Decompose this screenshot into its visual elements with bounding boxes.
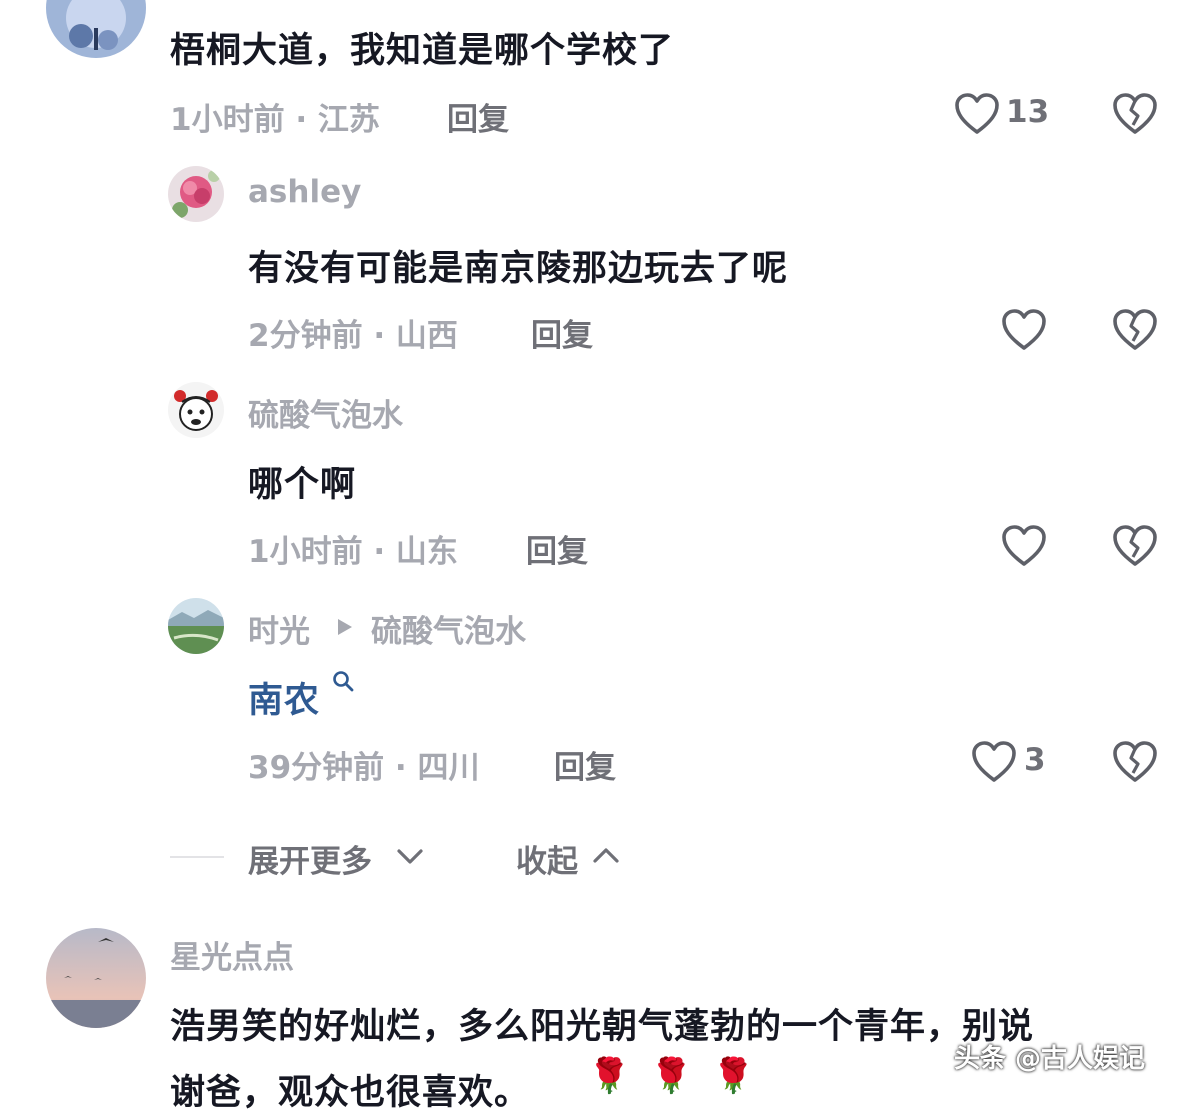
reply-button[interactable]: 回复	[447, 94, 509, 139]
heart-icon[interactable]	[1001, 309, 1047, 351]
reply-text: 有没有可能是南京陵那边玩去了呢	[248, 249, 789, 289]
broken-heart-icon[interactable]	[1112, 93, 1158, 135]
play-triangle-icon	[338, 619, 352, 635]
commenter-username[interactable]: 星光点点	[170, 932, 294, 977]
reply-button[interactable]: 回复	[531, 310, 593, 355]
reply-button[interactable]: 回复	[554, 742, 616, 787]
broken-heart-icon[interactable]	[1112, 741, 1158, 783]
heart-icon[interactable]	[971, 741, 1017, 783]
rose-emoji: 🌹	[588, 1056, 631, 1096]
reply-to-username[interactable]: 硫酸气泡水	[371, 606, 526, 651]
watermark: 头条 @古人娱记	[954, 1044, 1146, 1074]
reply-username[interactable]: 时光	[248, 606, 310, 651]
thread-divider	[170, 856, 224, 858]
reply-text: 哪个啊	[248, 465, 357, 505]
sunset-avatar-icon	[46, 928, 146, 1028]
like-count: 3	[1024, 742, 1046, 778]
reply-meta: 39分钟前 · 四川	[248, 750, 480, 786]
expand-more-button[interactable]: 展开更多	[248, 836, 372, 881]
comment-text: 梧桐大道，我知道是哪个学校了	[170, 31, 675, 71]
cartoon-avatar-icon	[168, 382, 224, 438]
reply-avatar[interactable]	[168, 598, 224, 654]
flower-avatar-icon	[168, 166, 224, 222]
broken-heart-icon[interactable]	[1112, 525, 1158, 567]
broken-heart-icon[interactable]	[1112, 309, 1158, 351]
reply-meta: 1小时前 · 山东	[248, 534, 458, 570]
comment-text: 浩男笑的好灿烂，多么阳光朝气蓬勃的一个青年，别说	[170, 1007, 1035, 1047]
landscape-avatar-icon	[168, 598, 224, 654]
heart-icon[interactable]	[1001, 525, 1047, 567]
search-icon[interactable]	[331, 669, 355, 693]
collapse-button[interactable]: 收起	[516, 836, 578, 881]
reply-avatar[interactable]	[168, 382, 224, 438]
heart-icon[interactable]	[954, 93, 1000, 135]
chevron-down-icon[interactable]	[396, 848, 424, 866]
rose-emoji: 🌹	[712, 1056, 755, 1096]
comment-text-line2: 谢爸，观众也很喜欢。	[170, 1073, 531, 1113]
like-count: 13	[1006, 94, 1050, 130]
commenter-avatar[interactable]	[46, 0, 146, 58]
reply-username[interactable]: 硫酸气泡水	[248, 390, 403, 435]
jellyfish-avatar-icon	[46, 0, 146, 58]
reply-username[interactable]: ashley	[248, 174, 361, 210]
commenter-avatar[interactable]	[46, 928, 146, 1028]
comment-meta: 1小时前 · 江苏	[170, 102, 380, 138]
rose-emoji: 🌹	[650, 1056, 693, 1096]
reply-button[interactable]: 回复	[526, 526, 588, 571]
chevron-up-icon[interactable]	[592, 846, 620, 864]
search-link-text[interactable]: 南农	[248, 672, 320, 723]
reply-avatar[interactable]	[168, 166, 224, 222]
reply-meta: 2分钟前 · 山西	[248, 318, 458, 354]
